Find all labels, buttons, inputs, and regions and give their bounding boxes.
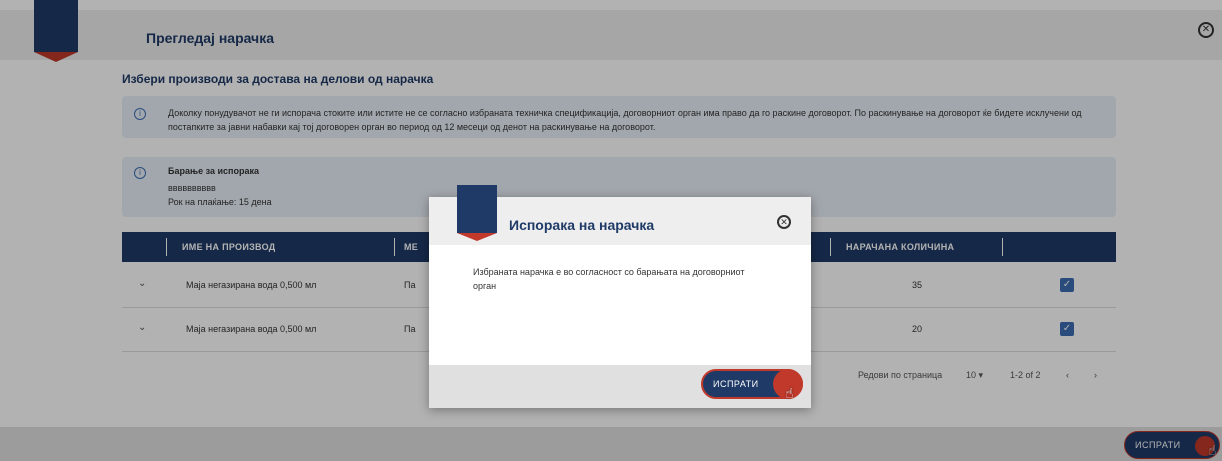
modal-send-label: ИСПРАТИ xyxy=(713,379,759,389)
delivery-modal: Испорака на нарачка ✕ Избраната нарачка … xyxy=(429,185,811,408)
hand-cursor-icon: ☝ xyxy=(785,385,794,401)
close-icon[interactable]: ✕ xyxy=(777,215,791,229)
modal-message: Избраната нарачка е во согласност со бар… xyxy=(473,267,745,291)
modal-title: Испорака на нарачка xyxy=(509,217,655,233)
modal-ribbon xyxy=(457,185,497,241)
